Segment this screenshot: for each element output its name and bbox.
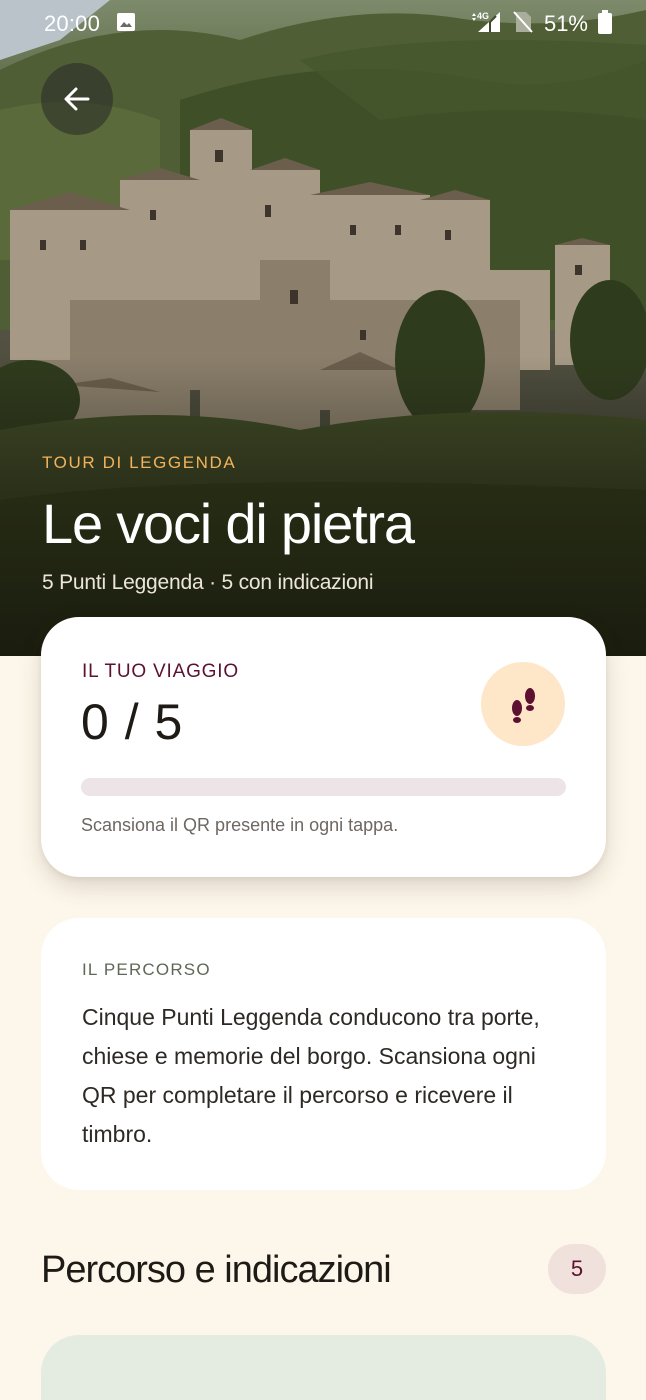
tour-eyebrow: TOUR DI LEGGENDA [42, 453, 237, 472]
journey-progress-card: IL TUO VIAGGIO 0 / 5 Scansiona il QR pre… [41, 617, 606, 877]
tour-subtitle: 5 Punti Leggenda · 5 con indicazioni [42, 571, 374, 594]
route-label: IL PERCORSO [82, 960, 211, 979]
image-icon [116, 12, 136, 37]
stop-card[interactable] [41, 1335, 606, 1400]
no-sim-icon [512, 10, 534, 39]
battery-icon [598, 9, 612, 39]
stops-count-badge: 5 [548, 1244, 606, 1294]
footprints-icon [512, 688, 535, 723]
arrow-left-icon [64, 87, 90, 111]
journey-count: 0 / 5 [81, 694, 184, 750]
route-info-card: IL PERCORSO Cinque Punti Leggenda conduc… [41, 918, 606, 1190]
status-time: 20:00 [44, 11, 101, 36]
section-title: Percorso e indicazioni [41, 1249, 392, 1291]
svg-text:4G: 4G [477, 11, 489, 21]
tour-detail-screen: 20:00 4G 51% TOUR DI LEGGENDA Le voci di… [0, 0, 646, 1400]
hero-image: 20:00 4G 51% TOUR DI LEGGENDA Le voci di… [0, 0, 646, 656]
status-bar: 20:00 4G 51% [0, 0, 646, 48]
page-title: Le voci di pietra [42, 492, 415, 555]
journey-hint: Scansiona il QR presente in ogni tappa. [81, 815, 399, 835]
footprints-badge [481, 662, 565, 746]
journey-progress-bar [81, 778, 566, 796]
hero-text: TOUR DI LEGGENDA Le voci di pietra 5 Pun… [42, 453, 622, 595]
back-button[interactable] [41, 63, 113, 135]
battery-percent: 51% [543, 11, 588, 36]
route-description: Cinque Punti Leggenda conducono tra port… [82, 1004, 540, 1147]
journey-label: IL TUO VIAGGIO [82, 661, 239, 682]
signal-icon: 4G [468, 10, 502, 39]
